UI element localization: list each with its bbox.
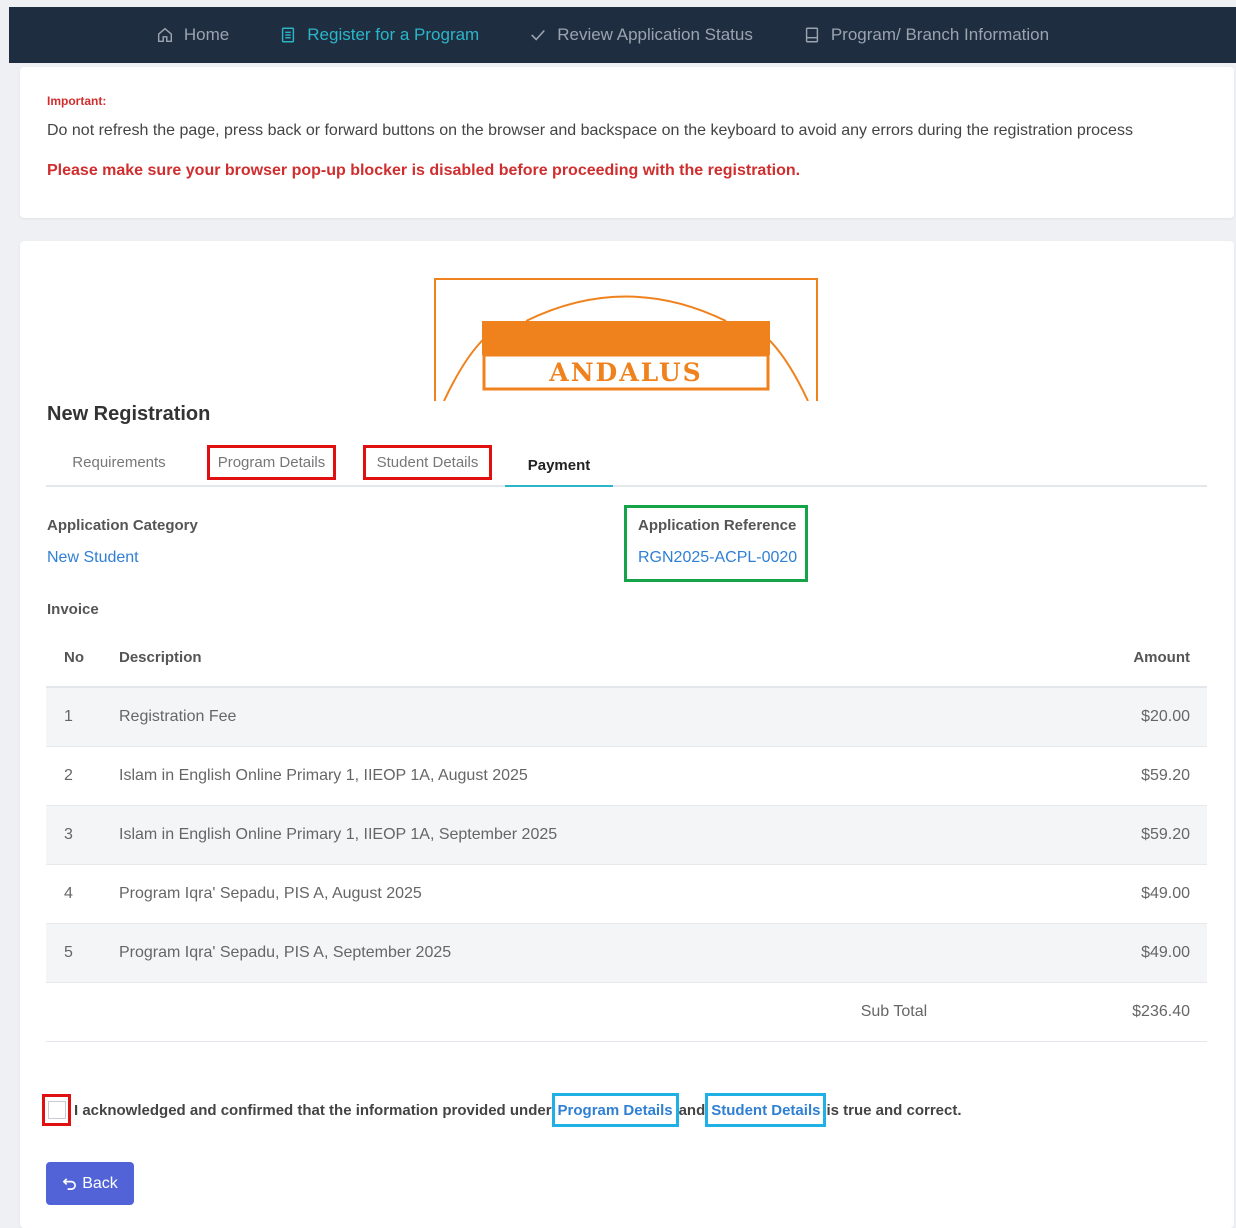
invoice-header-row: No Description Amount (46, 628, 1207, 688)
invoice-table: No Description Amount 1 Registration Fee… (46, 628, 1207, 1042)
row-amount: $49.00 (1141, 885, 1190, 902)
application-reference-label: Application Reference (638, 517, 797, 534)
row-amount: $59.20 (1141, 767, 1190, 784)
row-no: 2 (64, 767, 73, 784)
nav-register-label: Register for a Program (307, 25, 480, 44)
back-button[interactable]: Back (46, 1162, 134, 1205)
row-amount: $59.20 (1141, 826, 1190, 843)
row-description: Islam in English Online Primary 1, IIEOP… (119, 767, 528, 784)
checkbox-box (47, 1101, 66, 1119)
header-description: Description (119, 648, 202, 666)
row-description: Program Iqra' Sepadu, PIS A, September 2… (119, 944, 452, 961)
logo-text: ANDALUS (548, 358, 702, 387)
nav-home-label: Home (183, 25, 230, 44)
check-icon (531, 29, 546, 41)
andalus-logo: ANDALUS (434, 278, 818, 401)
nav-program-info-label: Program/ Branch Information (830, 25, 1050, 44)
row-no: 1 (64, 708, 73, 725)
subtotal-row: Sub Total $236.40 (46, 983, 1207, 1042)
top-navbar: Home Register for a Program Review Appli… (9, 7, 1236, 63)
table-row: 2 Islam in English Online Primary 1, IIE… (46, 747, 1207, 806)
acknowledge-prefix: I acknowledged and confirmed that the in… (74, 1101, 552, 1119)
nav-register[interactable]: Register for a Program (279, 25, 479, 45)
back-button-label: Back (82, 1174, 118, 1192)
row-description: Program Iqra' Sepadu, PIS A, August 2025 (119, 885, 422, 902)
table-row: 3 Islam in English Online Primary 1, IIE… (46, 806, 1207, 865)
tab-requirements[interactable]: Requirements (46, 445, 192, 480)
tab-payment[interactable]: Payment (505, 445, 613, 487)
tab-student-details[interactable]: Student Details (363, 445, 492, 480)
application-category-label: Application Category (47, 517, 198, 534)
application-category-value: New Student (47, 549, 139, 566)
nav-review-status[interactable]: Review Application Status (529, 25, 753, 45)
ack-link-student-details[interactable]: Student Details (705, 1093, 827, 1127)
subtotal-label: Sub Total (860, 1003, 928, 1020)
table-row: 1 Registration Fee $20.00 (46, 688, 1207, 747)
row-no: 4 (64, 885, 73, 902)
acknowledge-checkbox[interactable] (42, 1094, 71, 1126)
book-icon (805, 27, 818, 43)
acknowledge-row: I acknowledged and confirmed that the in… (42, 1093, 962, 1127)
undo-icon (62, 1178, 77, 1190)
nav-home[interactable]: Home (156, 25, 229, 45)
registration-tabs: Requirements Program Details Student Det… (46, 441, 1207, 487)
page-title: New Registration (47, 403, 211, 425)
document-icon (282, 27, 295, 43)
table-row: 5 Program Iqra' Sepadu, PIS A, September… (46, 924, 1207, 983)
acknowledge-middle: and (678, 1101, 706, 1119)
popup-warning: Please make sure your browser pop-up blo… (47, 162, 801, 179)
row-no: 5 (64, 944, 73, 961)
home-icon (157, 27, 172, 43)
tab-program-details[interactable]: Program Details (207, 445, 336, 480)
subtotal-value: $236.40 (1132, 1003, 1190, 1020)
header-no: No (64, 648, 84, 666)
header-amount: Amount (1133, 648, 1190, 666)
row-description: Registration Fee (119, 708, 237, 725)
row-amount: $49.00 (1141, 944, 1190, 961)
ack-link-program-details[interactable]: Program Details (551, 1093, 679, 1127)
notice-card: Important: Do not refresh the page, pres… (20, 67, 1234, 218)
nav-program-info[interactable]: Program/ Branch Information (803, 25, 1049, 45)
row-amount: $20.00 (1141, 708, 1190, 725)
notice-message: Do not refresh the page, press back or f… (47, 122, 1133, 139)
important-label: Important: (47, 94, 107, 108)
application-reference-value: RGN2025-ACPL-0020 (638, 549, 798, 566)
row-no: 3 (64, 826, 73, 843)
registration-card: ANDALUS New Registration Requirements Pr… (20, 241, 1234, 1228)
acknowledge-suffix: is true and correct. (826, 1101, 962, 1119)
row-description: Islam in English Online Primary 1, IIEOP… (119, 826, 558, 843)
invoice-label: Invoice (47, 601, 99, 618)
nav-review-label: Review Application Status (557, 25, 753, 44)
table-row: 4 Program Iqra' Sepadu, PIS A, August 20… (46, 865, 1207, 924)
